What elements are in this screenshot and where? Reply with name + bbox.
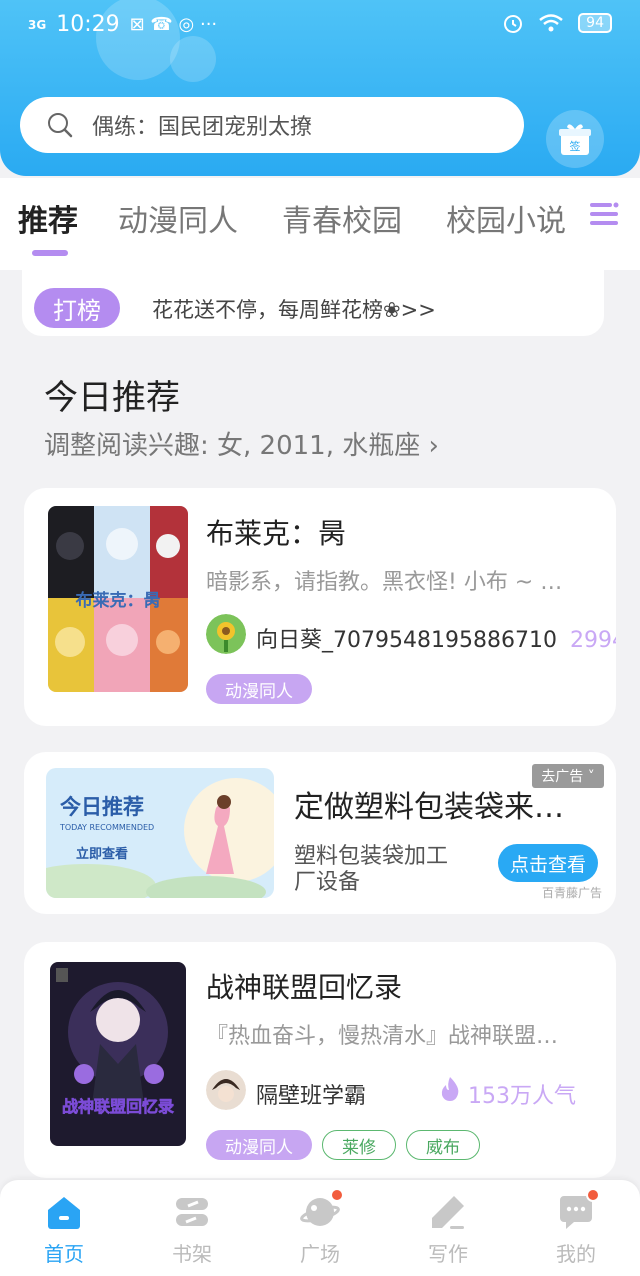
nav-label: 我的 xyxy=(556,1242,596,1266)
popularity: 2994人 xyxy=(570,628,616,653)
wifi-icon xyxy=(539,14,563,32)
book-title: 布莱克：昺 xyxy=(206,517,347,550)
remove-ad-button[interactable]: 去广告 ˅ xyxy=(532,764,604,788)
nav-home[interactable]: 首页 xyxy=(14,1192,114,1267)
ad-title: 定做塑料包装袋来… xyxy=(294,790,564,825)
nav-label: 首页 xyxy=(44,1242,84,1266)
author-name[interactable]: 隔壁班学霸 xyxy=(256,1078,366,1110)
popularity: 153万人气 xyxy=(468,1084,576,1109)
rank-text: 花花送不停，每周鲜花榜❀>> xyxy=(152,298,436,322)
ad-image[interactable]: 今日推荐 TODAY RECOMMENDED 立即查看 xyxy=(46,768,274,898)
tag-chip[interactable]: 莱修 xyxy=(322,1130,396,1160)
book-card[interactable]: 战神联盟回忆录 战神联盟回忆录 『热血奋斗，慢热清水』战神联盟… 隔壁班学霸 1… xyxy=(24,942,616,1178)
nav-label: 广场 xyxy=(300,1242,340,1266)
bottom-nav: 首页 书架 广场 写作 我的 xyxy=(0,1180,640,1276)
book-cover[interactable]: 布莱克：昺 xyxy=(48,506,188,692)
rank-badge: 打榜 xyxy=(34,288,120,328)
gift-label: 签 xyxy=(570,139,581,153)
bookshelf-icon xyxy=(172,1192,212,1232)
time: 10:29 xyxy=(56,12,120,37)
cover-title: 布莱克：昺 xyxy=(76,590,161,611)
book-desc: 暗影系，请指教。黑衣怪! 小布 ~ … xyxy=(206,570,563,595)
sign-in-gift-button[interactable]: 签 xyxy=(546,110,604,168)
section-title: 今日推荐 xyxy=(44,378,180,418)
reading-interest-link[interactable]: 调整阅读兴趣: 女, 2011, 水瓶座 › xyxy=(44,425,439,462)
fire-icon xyxy=(441,1077,459,1101)
book-card[interactable]: 布莱克：昺 布莱克：昺 暗影系，请指教。黑衣怪! 小布 ~ … 向日葵_7079… xyxy=(24,488,616,726)
ad-image-title: 今日推荐 xyxy=(60,795,144,819)
tab-youth-campus[interactable]: 青春校园 xyxy=(282,196,402,240)
alarm-icon xyxy=(504,15,523,33)
ad-desc-line2: 厂设备 xyxy=(294,870,361,895)
rank-banner[interactable]: 打榜 花花送不停，每周鲜花榜❀>> xyxy=(22,270,604,336)
search-icon xyxy=(48,113,73,138)
status-bar: 3G 10:29 ⊠ ☎ ◎ ··· 94 xyxy=(0,0,640,52)
battery-indicator: 94 xyxy=(578,13,612,33)
nav-label: 写作 xyxy=(428,1242,468,1266)
book-cover[interactable]: 战神联盟回忆录 xyxy=(50,962,186,1146)
active-tab-indicator xyxy=(32,250,68,256)
header: 3G 10:29 ⊠ ☎ ◎ ··· 94 偶练：国民团宠别太撩 签 xyxy=(0,0,640,176)
ad-image-sub: TODAY RECOMMENDED xyxy=(59,823,154,832)
chat-icon xyxy=(556,1188,600,1232)
ad-source: 百青藤广告 xyxy=(542,886,603,900)
tab-recommend[interactable]: 推荐 xyxy=(18,196,78,240)
notification-dot xyxy=(586,1188,600,1202)
network-indicator: 3G xyxy=(28,17,47,32)
nav-bookshelf[interactable]: 书架 xyxy=(142,1192,242,1267)
planet-icon xyxy=(300,1188,344,1232)
author-avatar[interactable] xyxy=(206,614,246,654)
nav-square[interactable]: 广场 xyxy=(270,1188,370,1267)
tag-chip[interactable]: 动漫同人 xyxy=(206,674,312,704)
ad-view-button[interactable]: 点击查看 xyxy=(498,844,598,882)
cover-title: 战神联盟回忆录 xyxy=(62,1097,174,1116)
nav-mine[interactable]: 我的 xyxy=(526,1188,626,1267)
book-title: 战神联盟回忆录 xyxy=(206,971,403,1004)
home-icon xyxy=(44,1192,84,1232)
tag-chip[interactable]: 威布 xyxy=(406,1130,480,1160)
search-bar[interactable]: 偶练：国民团宠别太撩 xyxy=(20,97,524,153)
tab-campus-novel[interactable]: 校园小说 xyxy=(446,196,572,240)
pen-icon xyxy=(428,1192,468,1232)
category-menu-icon[interactable] xyxy=(588,198,620,230)
author-name[interactable]: 向日葵_7079548195886710 xyxy=(256,622,557,654)
search-placeholder: 偶练：国民团宠别太撩 xyxy=(92,115,313,140)
gift-icon: 签 xyxy=(559,124,591,155)
notification-icons: ⊠ ☎ ◎ ··· xyxy=(129,14,218,35)
tag-chip[interactable]: 动漫同人 xyxy=(206,1130,312,1160)
tab-anime-fanfic[interactable]: 动漫同人 xyxy=(118,196,238,240)
author-avatar[interactable] xyxy=(206,1070,246,1110)
nav-write[interactable]: 写作 xyxy=(398,1192,498,1267)
notification-dot xyxy=(330,1188,344,1202)
category-tabs: 推荐 动漫同人 青春校园 校园小说 xyxy=(0,178,640,270)
ad-image-cta: 立即查看 xyxy=(76,846,128,862)
ad-card[interactable]: 今日推荐 TODAY RECOMMENDED 立即查看 定做塑料包装袋来… 塑料… xyxy=(24,752,616,914)
book-desc: 『热血奋斗，慢热清水』战神联盟… xyxy=(206,1024,559,1049)
nav-label: 书架 xyxy=(172,1242,212,1266)
